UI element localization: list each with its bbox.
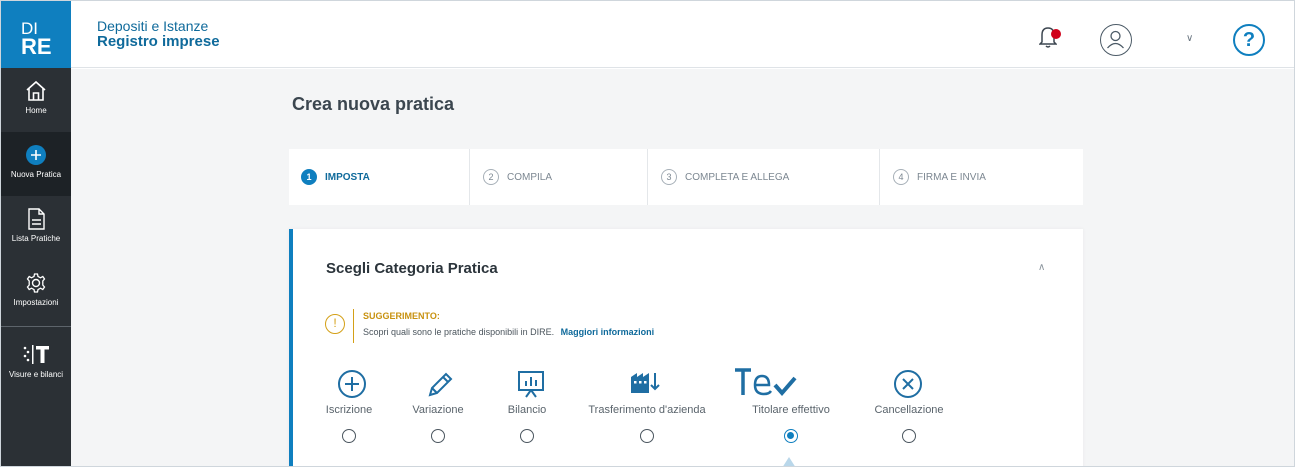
app-title[interactable]: Depositi e Istanze Registro imprese [97, 18, 220, 50]
chart-board-icon[interactable] [517, 369, 545, 399]
chevron-down-icon[interactable]: ∨ [1186, 33, 1193, 44]
radio-titolare-effettivo[interactable] [784, 429, 798, 443]
category-label-bilancio: Bilancio [507, 404, 547, 416]
step-number: 3 [661, 169, 677, 185]
chevron-up-icon[interactable]: ∧ [1038, 262, 1045, 273]
sidebar-item-label: Visure e bilanci [8, 370, 64, 379]
step-imposta[interactable]: 1 IMPOSTA [301, 149, 370, 205]
app-window: DI RE Depositi e Istanze Registro impres… [0, 0, 1295, 467]
category-label-iscrizione: Iscrizione [325, 404, 373, 416]
hint-divider [353, 309, 354, 343]
home-icon [26, 80, 46, 101]
t-logo-icon [23, 345, 49, 364]
sidebar-item-impostazioni[interactable]: Impostazioni [1, 260, 71, 324]
step-label: COMPLETA E ALLEGA [685, 171, 790, 183]
gear-icon [26, 273, 46, 293]
step-number: 2 [483, 169, 499, 185]
hint-text: Scopri quali sono le pratiche disponibil… [363, 327, 654, 337]
step-divider [879, 149, 880, 205]
more-info-link[interactable]: Maggiori informazioni [561, 327, 655, 337]
logo-line-2: RE [21, 34, 52, 59]
user-avatar[interactable] [1100, 24, 1132, 56]
category-card: Scegli Categoria Pratica ∧ ! SUGGERIMENT… [289, 229, 1083, 466]
sidebar-item-home[interactable]: Home [1, 68, 71, 132]
sidebar-item-label: Home [25, 106, 47, 115]
radio-cancellazione[interactable] [902, 429, 916, 443]
x-circle-icon[interactable] [893, 369, 923, 399]
category-label-cancellazione: Cancellazione [874, 404, 944, 416]
category-label-variazione: Variazione [412, 404, 464, 416]
te-check-icon[interactable] [733, 365, 797, 399]
radio-bilancio[interactable] [520, 429, 534, 443]
step-divider [469, 149, 470, 205]
hint-title: SUGGERIMENTO: [363, 311, 440, 321]
step-completa-allega[interactable]: 3 COMPLETA E ALLEGA [661, 149, 789, 205]
sidebar-item-nuova-pratica[interactable]: Nuova Pratica [1, 132, 71, 196]
step-label: IMPOSTA [325, 171, 370, 183]
step-label: FIRMA E INVIA [917, 171, 986, 183]
document-icon [28, 208, 45, 230]
hint-message: Scopri quali sono le pratiche disponibil… [363, 327, 555, 337]
app-title-sub: Registro imprese [97, 33, 220, 50]
category-label-trasferimento: Trasferimento d'azienda [588, 404, 706, 416]
step-label: COMPILA [507, 171, 553, 183]
category-label-titolare-effettivo: Titolare effettivo [752, 404, 830, 416]
sidebar-item-visure-bilanci[interactable]: Visure e bilanci [1, 330, 71, 394]
selection-pointer [782, 457, 796, 466]
sidebar-item-label: Impostazioni [13, 298, 59, 307]
top-header: DI RE Depositi e Istanze Registro impres… [1, 1, 1294, 68]
app-title-main: Depositi e Istanze [97, 18, 209, 34]
radio-trasferimento[interactable] [640, 429, 654, 443]
help-button[interactable]: ? [1233, 24, 1265, 56]
sidebar-item-label: Lista Pratiche [11, 234, 61, 243]
sidebar-item-label: Nuova Pratica [10, 170, 62, 179]
step-number: 4 [893, 169, 909, 185]
plus-circle-icon[interactable] [337, 369, 367, 399]
pencil-icon[interactable] [426, 369, 456, 399]
card-title: Scegli Categoria Pratica [326, 260, 498, 277]
step-divider [647, 149, 648, 205]
factory-icon[interactable] [629, 367, 665, 397]
step-number: 1 [301, 169, 317, 185]
sidebar-divider [1, 326, 71, 327]
page-title: Crea nuova pratica [292, 94, 455, 114]
step-firma-invia[interactable]: 4 FIRMA E INVIA [893, 149, 986, 205]
plus-icon [26, 145, 46, 165]
sidebar: Home Nuova Pratica Lista Pratiche Impost… [1, 68, 71, 466]
radio-variazione[interactable] [431, 429, 445, 443]
notification-badge [1051, 29, 1061, 39]
radio-iscrizione[interactable] [342, 429, 356, 443]
warning-icon: ! [325, 314, 345, 334]
dire-logo[interactable]: DI RE [1, 1, 71, 68]
step-compila[interactable]: 2 COMPILA [483, 149, 552, 205]
user-icon [1107, 30, 1124, 49]
sidebar-item-lista-pratiche[interactable]: Lista Pratiche [1, 196, 71, 260]
wizard-stepper: 1 IMPOSTA 2 COMPILA 3 COMPLETA E ALLEGA … [289, 149, 1083, 205]
